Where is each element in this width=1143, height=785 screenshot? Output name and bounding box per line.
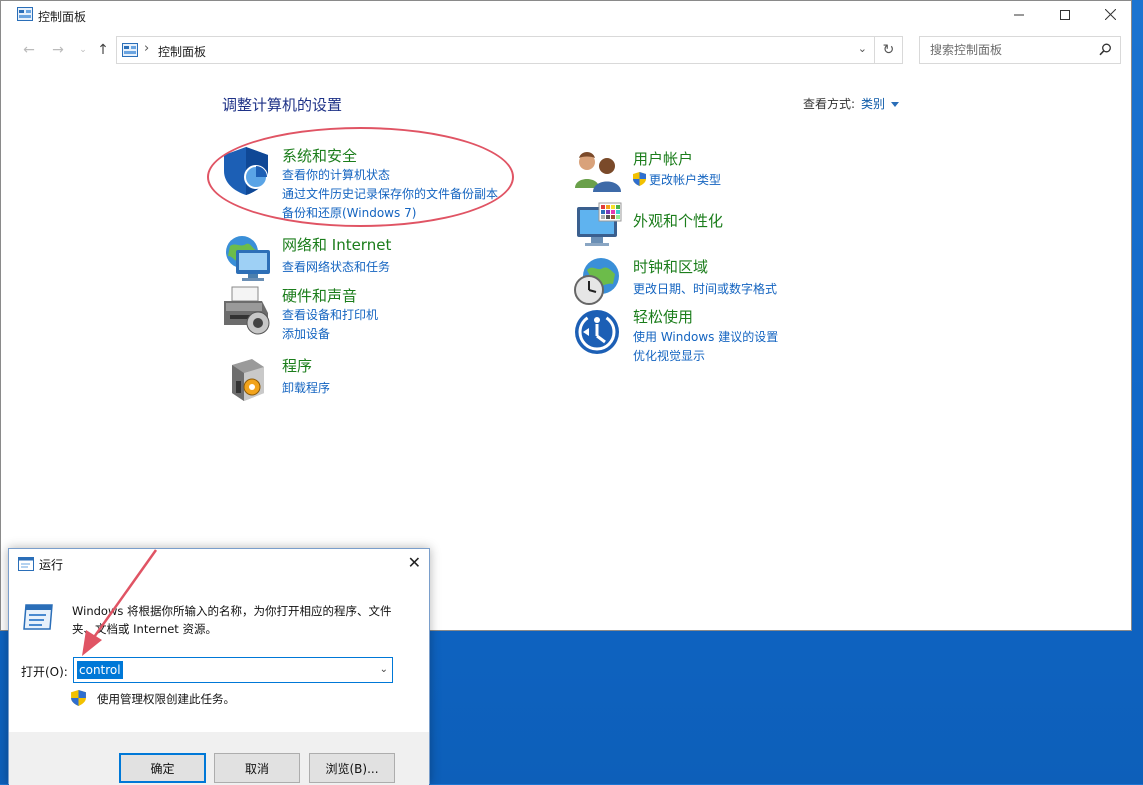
category-title[interactable]: 程序: [282, 355, 312, 376]
run-close-button[interactable]: ✕: [408, 553, 421, 572]
breadcrumb-control-panel[interactable]: 控制面板: [158, 43, 206, 60]
address-bar[interactable]: › 控制面板 ⌄ ↻: [116, 36, 903, 64]
run-program-icon: [22, 603, 54, 634]
search-icon[interactable]: [1099, 43, 1112, 59]
view-by-dropdown[interactable]: 类别: [861, 97, 885, 111]
up-arrow-icon[interactable]: ↑: [94, 41, 112, 59]
monitor-palette-icon[interactable]: [573, 201, 625, 253]
breadcrumb-chevron-icon[interactable]: ›: [144, 41, 149, 56]
control-panel-small-icon: [122, 43, 138, 60]
close-button[interactable]: [1087, 1, 1133, 31]
uac-shield-icon: [71, 690, 86, 709]
run-command-input[interactable]: control ⌄: [73, 657, 393, 683]
view-by-caret-icon[interactable]: [891, 102, 900, 107]
window-title: 控制面板: [38, 10, 87, 24]
run-dialog-title: 运行: [39, 558, 64, 572]
refresh-icon[interactable]: ↻: [874, 36, 902, 64]
ease-of-access-icon[interactable]: [573, 306, 625, 358]
run-command-text[interactable]: control: [77, 661, 123, 679]
recent-dropdown-icon[interactable]: ⌄: [74, 41, 92, 59]
network-globe-icon[interactable]: [222, 234, 274, 286]
admin-note: 使用管理权限创建此任务。: [71, 690, 235, 709]
page-title: 调整计算机的设置: [222, 96, 343, 114]
control-panel-icon: [17, 7, 33, 24]
printer-icon[interactable]: [222, 285, 274, 337]
minimize-button[interactable]: [996, 1, 1042, 31]
link-add-device[interactable]: 添加设备: [282, 325, 330, 342]
category-title[interactable]: 轻松使用: [633, 306, 693, 327]
link-view-computer-status[interactable]: 查看你的计算机状态: [282, 166, 390, 183]
users-icon[interactable]: [573, 148, 625, 200]
link-file-history-backup[interactable]: 通过文件历史记录保存你的文件备份副本: [282, 185, 498, 202]
ok-button[interactable]: 确定: [119, 753, 206, 783]
run-small-icon: [18, 557, 34, 574]
category-title[interactable]: 系统和安全: [282, 145, 357, 166]
address-dropdown-icon[interactable]: ⌄: [858, 42, 867, 55]
view-by-label: 查看方式:: [803, 97, 856, 111]
programs-box-icon[interactable]: [222, 355, 274, 407]
link-windows-suggested-settings[interactable]: 使用 Windows 建议的设置: [633, 328, 778, 345]
admin-note-text: 使用管理权限创建此任务。: [97, 692, 235, 706]
run-dialog: 运行 ✕ Windows 将根据你所输入的名称，为你打开相应的程序、文件夹、文档…: [8, 548, 430, 785]
run-description: Windows 将根据你所输入的名称，为你打开相应的程序、文件夹、文档或 Int…: [72, 604, 392, 636]
back-arrow-icon[interactable]: ←: [20, 41, 38, 59]
category-title[interactable]: 时钟和区域: [633, 256, 708, 277]
search-input[interactable]: [928, 42, 1088, 58]
search-box[interactable]: [919, 36, 1121, 64]
uac-shield-icon: [633, 172, 646, 189]
title-bar: 控制面板: [1, 1, 1131, 31]
view-by: 查看方式: 类别: [803, 95, 900, 112]
run-history-dropdown-icon[interactable]: ⌄: [380, 664, 388, 675]
browse-button[interactable]: 浏览(B)...: [309, 753, 395, 783]
maximize-button[interactable]: [1042, 1, 1088, 31]
link-uninstall-program[interactable]: 卸载程序: [282, 379, 330, 396]
link-devices-printers[interactable]: 查看设备和打印机: [282, 306, 378, 323]
shield-security-icon[interactable]: [222, 145, 274, 197]
category-title[interactable]: 网络和 Internet: [282, 234, 391, 255]
link-change-account-type[interactable]: 更改帐户类型: [633, 171, 721, 189]
cancel-button[interactable]: 取消: [214, 753, 300, 783]
link-backup-restore[interactable]: 备份和还原(Windows 7): [282, 204, 416, 221]
link-optimize-visual-display[interactable]: 优化视觉显示: [633, 347, 705, 364]
forward-arrow-icon[interactable]: →: [49, 41, 67, 59]
category-title[interactable]: 硬件和声音: [282, 285, 357, 306]
open-label: 打开(O):: [21, 665, 68, 679]
link-change-date-time-format[interactable]: 更改日期、时间或数字格式: [633, 280, 777, 297]
category-title[interactable]: 用户帐户: [633, 148, 693, 169]
category-title[interactable]: 外观和个性化: [633, 210, 723, 231]
control-panel-window: 控制面板 ← → ⌄ ↑ › 控制面板 ⌄ ↻ 调整计算机的设置 查看方式: 类别: [0, 0, 1132, 631]
link-label: 更改帐户类型: [649, 173, 722, 187]
clock-globe-icon[interactable]: [573, 256, 625, 308]
link-network-status[interactable]: 查看网络状态和任务: [282, 258, 390, 275]
